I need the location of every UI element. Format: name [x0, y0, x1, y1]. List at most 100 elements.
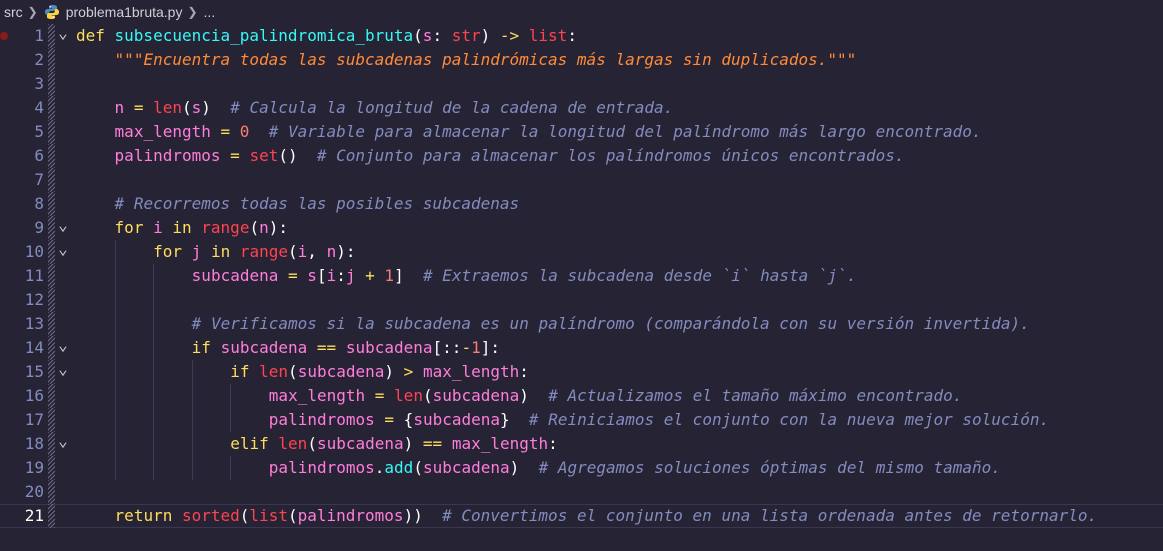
- code-token: -: [461, 338, 472, 357]
- code-line[interactable]: 9 ⌄ for i in range(n):: [0, 216, 1163, 240]
- line-number: 20: [24, 482, 44, 501]
- line-number: 14: [24, 338, 44, 357]
- indent-guide: [114, 408, 116, 432]
- code-text[interactable]: # Recorremos todas las posibles subcaden…: [115, 192, 520, 216]
- line-number: 8: [34, 194, 44, 213]
- line-number: 12: [24, 290, 44, 309]
- modified-line-indicator: [48, 336, 55, 360]
- code-text[interactable]: palindromos = set() # Conjunto para alma…: [115, 144, 905, 168]
- code-text[interactable]: subcadena = s[i:j + 1] # Extraemos la su…: [192, 264, 857, 288]
- indent-guide: [191, 408, 193, 432]
- code-token: s: [422, 26, 433, 45]
- indent-guide: [153, 384, 155, 408]
- code-line[interactable]: 2 """Encuentra todas las subcadenas palin…: [0, 48, 1163, 72]
- code-line[interactable]: 12: [0, 288, 1163, 312]
- code-text[interactable]: for j in range(i, n):: [153, 240, 355, 264]
- code-line[interactable]: 8 # Recorremos todas las posibles subcade…: [0, 192, 1163, 216]
- code-line[interactable]: 17 palindromos = {subcadena} # Reiniciamo…: [0, 408, 1163, 432]
- code-line[interactable]: 10 ⌄ for j in range(i, n):: [0, 240, 1163, 264]
- code-token: set: [249, 146, 279, 165]
- code-token: =: [230, 146, 240, 165]
- indent-guide: [114, 336, 116, 360]
- breadcrumb-folder[interactable]: src: [4, 4, 23, 20]
- code-text[interactable]: if subcadena == subcadena[::-1]:: [192, 336, 500, 360]
- code-text[interactable]: elif len(subcadena) == max_length:: [230, 432, 558, 456]
- breadcrumb-ellipsis[interactable]: ...: [204, 4, 216, 20]
- code-line[interactable]: 13 # Verificamos si la subcadena es un pa…: [0, 312, 1163, 336]
- modified-line-indicator: [48, 288, 55, 312]
- code-line[interactable]: 18 ⌄ elif len(subcadena) == max_length:: [0, 432, 1163, 456]
- code-text[interactable]: max_length = len(subcadena) # Actualizam…: [269, 384, 963, 408]
- fold-chevron-icon[interactable]: ⌄: [57, 432, 69, 456]
- code-token: subcadena: [191, 266, 279, 285]
- code-token: ==: [316, 338, 337, 357]
- line-number: 18: [24, 434, 44, 453]
- code-text[interactable]: if len(subcadena) > max_length:: [230, 360, 529, 384]
- code-text[interactable]: max_length = 0 # Variable para almacenar…: [115, 120, 982, 144]
- modified-line-indicator: [48, 120, 55, 144]
- code-text[interactable]: palindromos = {subcadena} # Reiniciamos …: [269, 408, 1049, 432]
- code-line[interactable]: 14 ⌄ if subcadena == subcadena[::-1]:: [0, 336, 1163, 360]
- code-line[interactable]: 11 subcadena = s[i:j + 1] # Extraemos la …: [0, 264, 1163, 288]
- code-line[interactable]: 15 ⌄ if len(subcadena) > max_length:: [0, 360, 1163, 384]
- code-token: max_length: [451, 434, 549, 453]
- fold-chevron-icon[interactable]: ⌄: [57, 240, 69, 264]
- code-token: len: [278, 434, 308, 453]
- code-line[interactable]: 19 palindromos.add(subcadena) # Agregamos…: [0, 456, 1163, 480]
- code-line[interactable]: 16 max_length = len(subcadena) # Actualiz…: [0, 384, 1163, 408]
- code-line[interactable]: 6 palindromos = set() # Conjunto para alm…: [0, 144, 1163, 168]
- code-token: subcadena: [220, 338, 308, 357]
- code-token: max_length: [422, 362, 520, 381]
- code-token: if: [191, 338, 211, 357]
- code-token: 1: [384, 266, 395, 285]
- fold-chevron-icon[interactable]: ⌄: [57, 216, 69, 240]
- code-token: range: [239, 242, 289, 261]
- code-token: ): [201, 98, 231, 117]
- code-token: .: [374, 458, 385, 477]
- code-text[interactable]: return sorted(list(palindromos)) # Conve…: [115, 504, 1098, 528]
- indent-guide: [114, 240, 116, 264]
- indent-guide: [191, 432, 193, 456]
- fold-chevron-icon[interactable]: ⌄: [57, 360, 69, 384]
- code-line[interactable]: 3: [0, 72, 1163, 96]
- code-text[interactable]: n = len(s) # Calcula la longitud de la c…: [115, 96, 674, 120]
- code-token: # Verificamos si la subcadena es un palí…: [191, 314, 1030, 333]
- code-token: :: [567, 26, 577, 45]
- code-text[interactable]: palindromos.add(subcadena) # Agregamos s…: [269, 456, 1001, 480]
- fold-chevron-icon[interactable]: ⌄: [57, 336, 69, 360]
- code-line[interactable]: 1 ⌄ def subsecuencia_palindromica_bruta(s:…: [0, 24, 1163, 48]
- code-text[interactable]: """Encuentra todas las subcadenas palind…: [115, 48, 857, 72]
- code-line[interactable]: 4n = len(s) # Calcula la longitud de la …: [0, 96, 1163, 120]
- code-line[interactable]: 20: [0, 480, 1163, 504]
- code-token: i: [326, 266, 337, 285]
- line-number: 10: [24, 242, 44, 261]
- breadcrumb-file[interactable]: problema1bruta.py: [66, 4, 183, 20]
- code-token: 0: [239, 122, 250, 141]
- code-line[interactable]: 7: [0, 168, 1163, 192]
- code-editor[interactable]: 1 ⌄ def subsecuencia_palindromica_bruta(s:…: [0, 24, 1163, 551]
- fold-chevron-icon[interactable]: ⌄: [57, 24, 69, 48]
- code-text[interactable]: for i in range(n):: [115, 216, 288, 240]
- code-text[interactable]: # Verificamos si la subcadena es un palí…: [192, 312, 1030, 336]
- line-number: 3: [34, 74, 44, 93]
- modified-line-indicator: [48, 192, 55, 216]
- code-text[interactable]: def subsecuencia_palindromica_bruta(s: s…: [76, 24, 577, 48]
- modified-line-indicator: [48, 24, 55, 48]
- code-line[interactable]: 21 return sorted(list(palindromos)) # Con…: [0, 504, 1163, 528]
- modified-line-indicator: [48, 96, 55, 120]
- code-token: palindromos: [268, 410, 375, 429]
- code-token: subcadena: [422, 458, 510, 477]
- line-number: 16: [24, 386, 44, 405]
- indent-guide: [153, 360, 155, 384]
- code-line[interactable]: 5 max_length = 0 # Variable para almacena…: [0, 120, 1163, 144]
- indent-guide: [153, 336, 155, 360]
- code-token: ): [384, 362, 404, 381]
